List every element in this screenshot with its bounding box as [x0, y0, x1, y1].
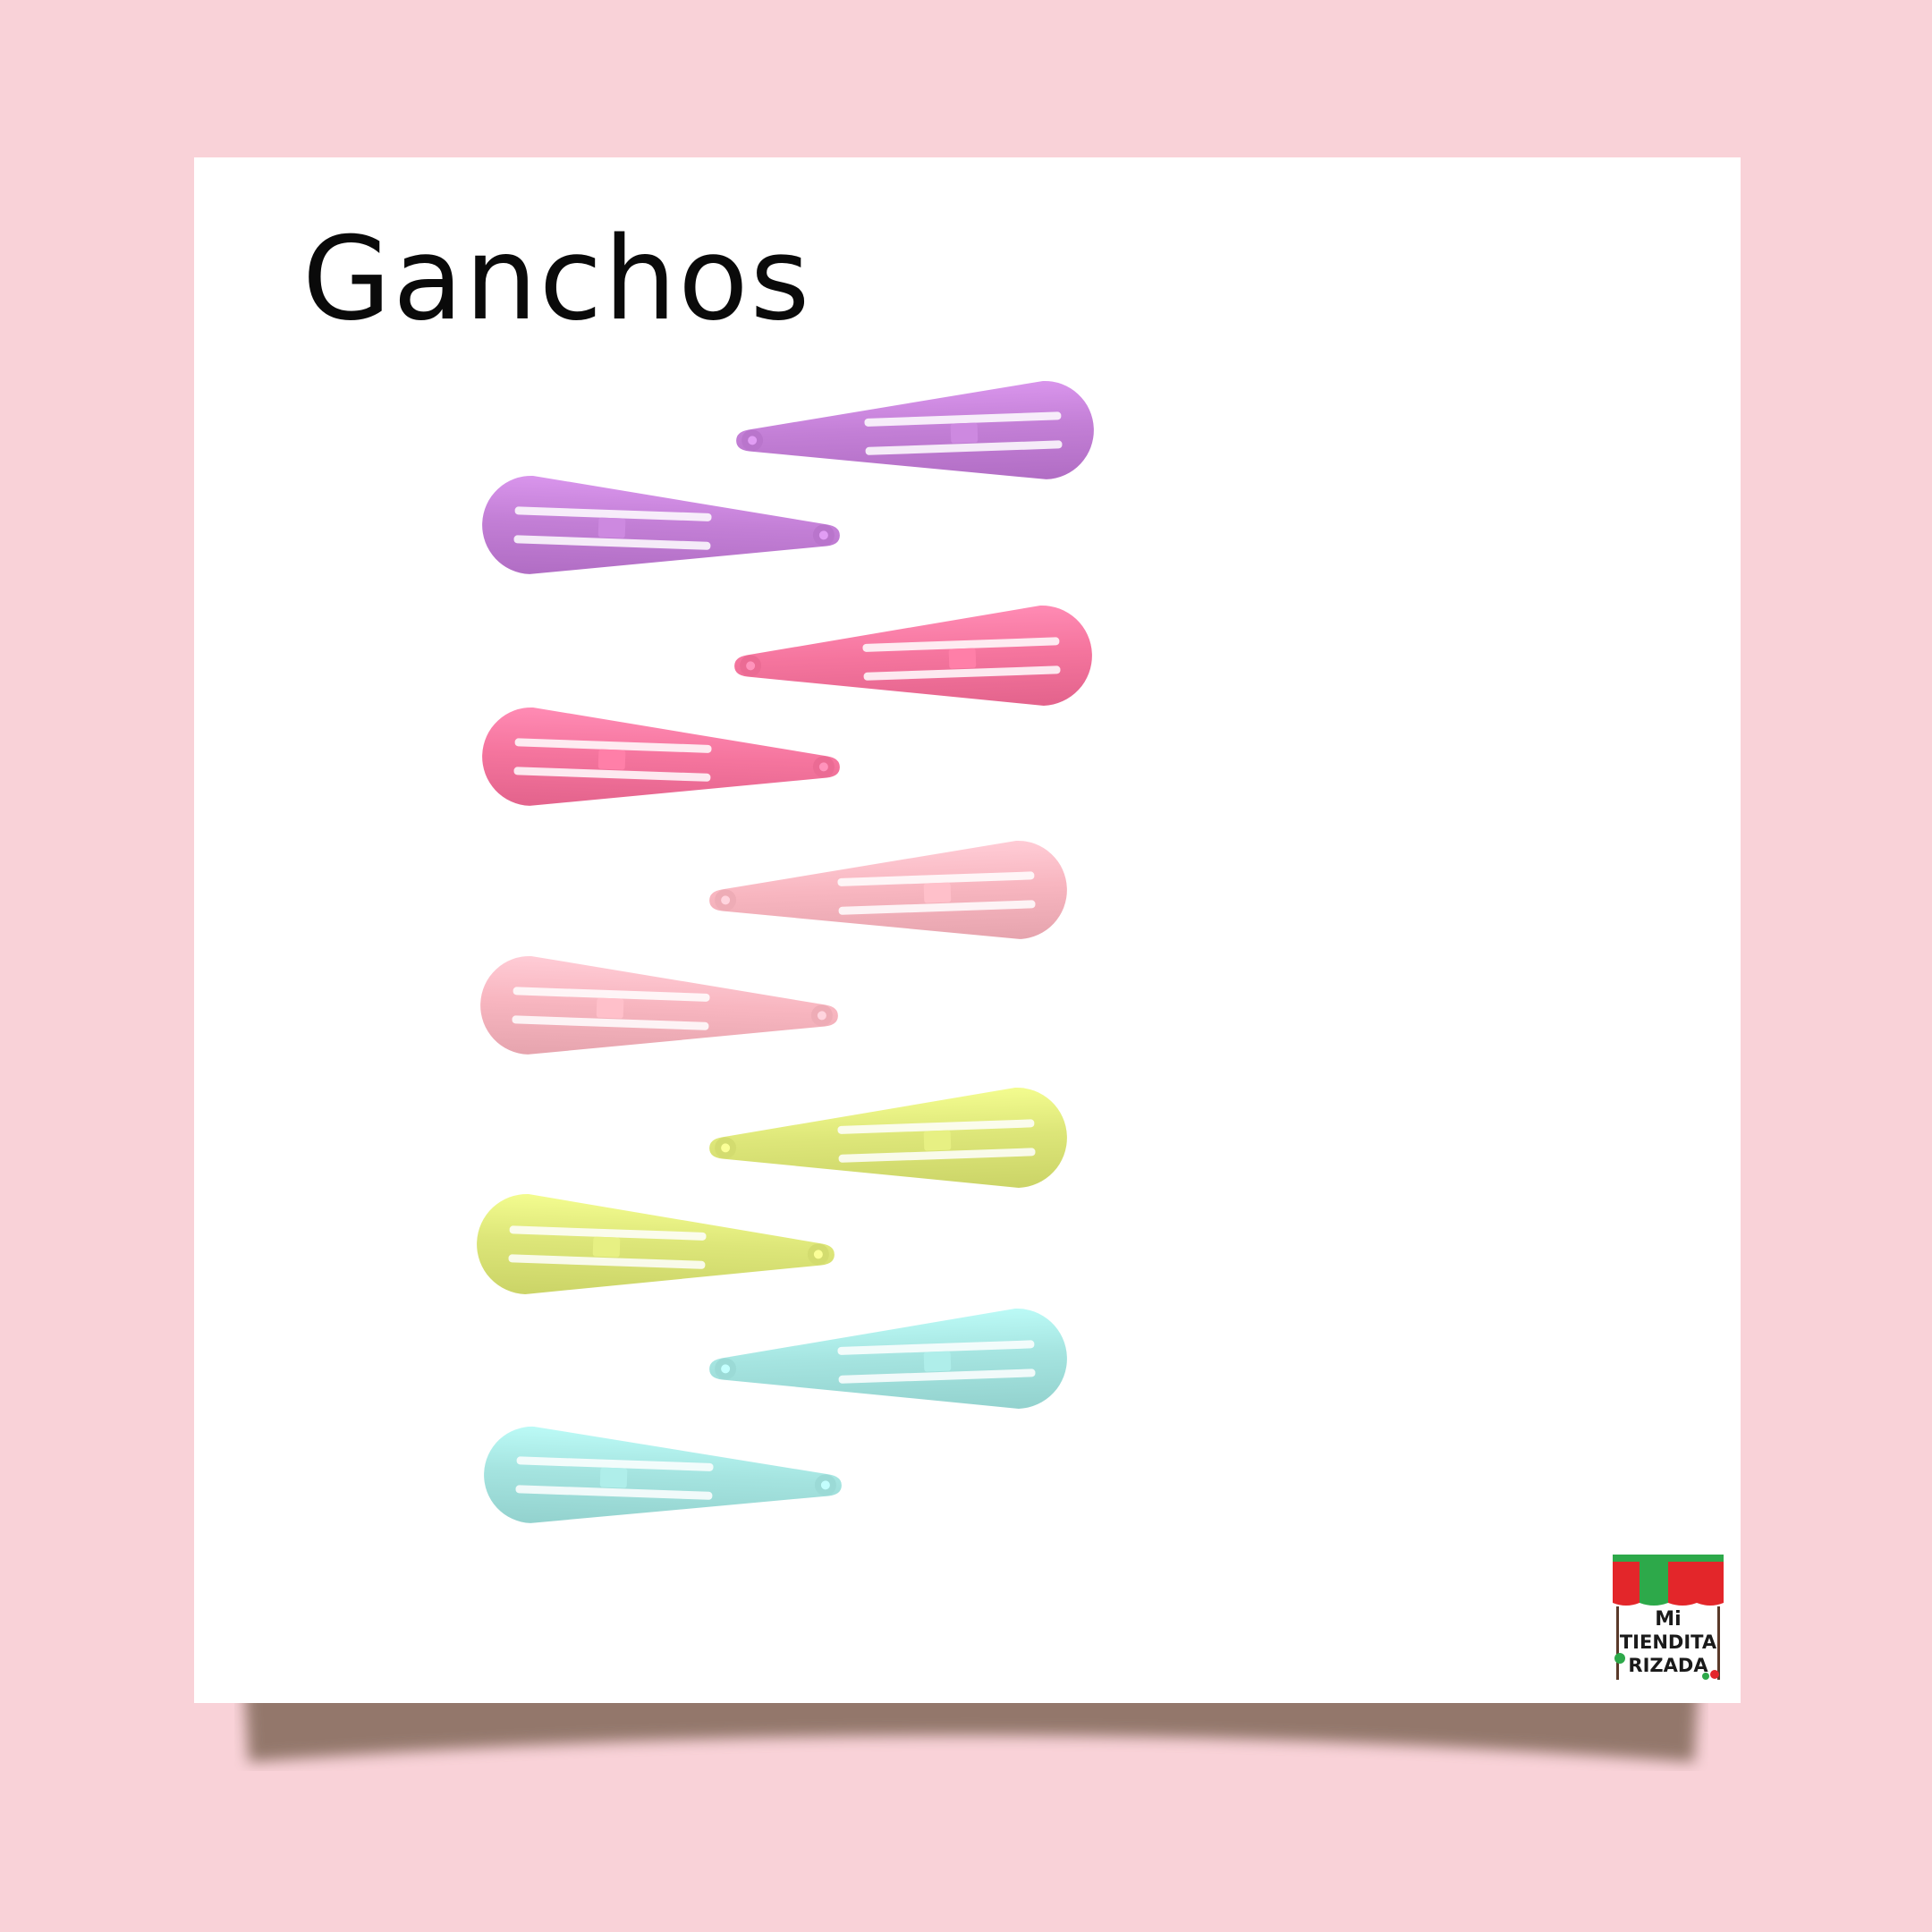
clip-hotpink-2 [482, 707, 840, 806]
clip-body [709, 840, 1067, 939]
clip-yellow-1 [709, 1088, 1067, 1188]
clip-body [482, 707, 840, 806]
clip-hotpink-1 [734, 606, 1092, 706]
clip-lightpink-1 [709, 840, 1067, 939]
clip-body [734, 606, 1092, 706]
clip-spring [597, 749, 626, 770]
clip-body [736, 380, 1094, 479]
clip-yellow-2 [477, 1194, 835, 1294]
clip-spring [597, 517, 626, 538]
clip-body [484, 1426, 842, 1523]
clip-aqua-2 [484, 1426, 842, 1523]
store-logo: Mi TIENDITA RIZADA [1606, 1551, 1731, 1683]
product-card: Ganchos Mi TIENDITA RIZADA [194, 157, 1741, 1703]
clip-body [709, 1088, 1067, 1188]
clip-aqua-1 [709, 1309, 1067, 1409]
logo-line-2: TIENDITA [1619, 1631, 1717, 1653]
clip-spring [596, 997, 624, 1019]
clip-body [480, 955, 838, 1055]
clip-spring [948, 648, 977, 669]
clip-spring [923, 1130, 952, 1151]
logo-line-1: Mi [1655, 1608, 1682, 1631]
logo-line-3: RIZADA [1628, 1655, 1708, 1676]
clip-spring [599, 1467, 628, 1488]
clip-spring [923, 882, 952, 903]
clip-spring [592, 1236, 621, 1258]
clip-lightpink-2 [480, 955, 838, 1055]
clip-body [477, 1194, 835, 1294]
clip-body [709, 1309, 1067, 1409]
hair-clips-image [477, 380, 1094, 1523]
clip-spring [923, 1351, 952, 1372]
clip-purple-2 [482, 475, 840, 574]
clip-spring [950, 422, 979, 444]
clip-body [482, 475, 840, 574]
clip-purple-1 [736, 380, 1094, 479]
